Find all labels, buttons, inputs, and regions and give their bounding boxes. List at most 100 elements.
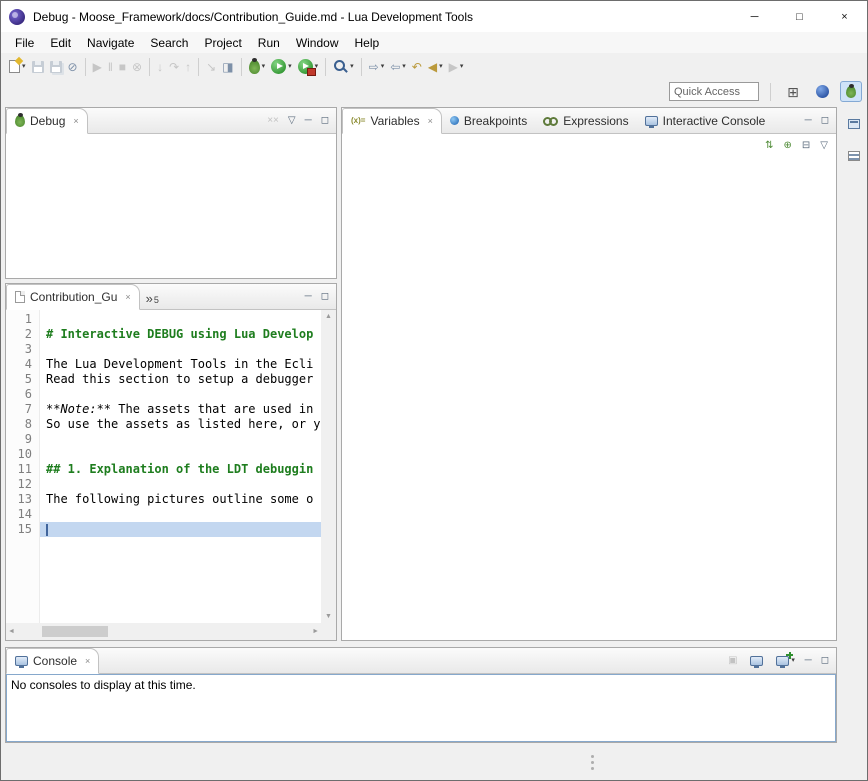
debug-perspective-button[interactable] bbox=[840, 81, 862, 102]
menu-project[interactable]: Project bbox=[196, 34, 249, 52]
maximize-view-icon[interactable]: ◻ bbox=[821, 656, 829, 666]
view-menu-icon[interactable]: ▽ bbox=[820, 141, 828, 151]
menu-search[interactable]: Search bbox=[142, 34, 196, 52]
search-button[interactable]: ▾ bbox=[330, 56, 357, 78]
console-content[interactable]: No consoles to display at this time. bbox=[6, 674, 836, 742]
editor-line current-line[interactable]: 15 bbox=[6, 522, 321, 537]
next-annotation-button[interactable]: ⇨ ▾ bbox=[366, 56, 388, 78]
close-icon[interactable]: × bbox=[428, 116, 433, 126]
horizontal-scrollbar[interactable]: ◄ ► bbox=[6, 623, 321, 640]
drop-to-frame-button[interactable]: ↘ bbox=[203, 56, 219, 78]
editor-line[interactable]: 8So use the assets as listed here, or y bbox=[6, 417, 321, 432]
menu-window[interactable]: Window bbox=[288, 34, 347, 52]
maximize-view-icon[interactable]: ◻ bbox=[321, 116, 329, 126]
show-type-names-icon[interactable]: ⇅ bbox=[765, 141, 773, 151]
step-return-button[interactable]: ↑ bbox=[182, 56, 194, 78]
editor-line[interactable]: 14 bbox=[6, 507, 321, 522]
tab-label: Interactive Console bbox=[663, 114, 766, 128]
tab-contribution-guide[interactable]: Contribution_Gu × bbox=[6, 284, 140, 310]
run-button[interactable]: ▾ bbox=[268, 56, 295, 78]
scrollbar-thumb[interactable] bbox=[42, 626, 108, 637]
editor-line[interactable]: 13The following pictures outline some o bbox=[6, 492, 321, 507]
open-console-button[interactable]: ▾ bbox=[776, 652, 796, 670]
previous-annotation-button[interactable]: ⇦ ▾ bbox=[387, 56, 409, 78]
pin-console-icon[interactable]: ▣ bbox=[728, 656, 737, 666]
close-icon[interactable]: × bbox=[125, 292, 130, 302]
forward-button[interactable]: ▶ ▾ bbox=[446, 56, 467, 78]
editor-line[interactable]: 7**Note:** The assets that are used in bbox=[6, 402, 321, 417]
open-perspective-button[interactable]: ⊞ bbox=[782, 81, 804, 102]
scroll-left-icon[interactable]: ◄ bbox=[8, 628, 15, 635]
minimized-views-bar bbox=[841, 107, 866, 641]
suspend-button[interactable]: ‖ bbox=[105, 56, 116, 78]
show-logical-structures-icon[interactable]: ⊕ bbox=[784, 141, 792, 151]
variables-tree[interactable] bbox=[342, 158, 836, 640]
minimize-view-icon[interactable]: ─ bbox=[305, 292, 312, 302]
close-icon[interactable]: × bbox=[73, 116, 78, 126]
code-area[interactable]: 1 2# Interactive DEBUG using Lua Develop… bbox=[6, 312, 321, 623]
use-step-filters-button[interactable]: ◨ bbox=[219, 56, 236, 78]
scroll-up-icon[interactable]: ▲ bbox=[325, 313, 332, 320]
save-all-button[interactable] bbox=[47, 56, 65, 78]
menu-run[interactable]: Run bbox=[250, 34, 288, 52]
maximize-view-icon[interactable]: ◻ bbox=[821, 116, 829, 126]
view-menu-icon[interactable]: ▽ bbox=[288, 116, 296, 126]
trim-drag-handle[interactable] bbox=[591, 755, 594, 770]
tab-expressions[interactable]: Expressions bbox=[535, 108, 636, 133]
editor-line[interactable]: 12 bbox=[6, 477, 321, 492]
debug-view: Debug × ×× ▽ ─ ◻ bbox=[5, 107, 337, 279]
terminate-button[interactable]: ■ bbox=[116, 56, 129, 78]
editor-line[interactable]: 5Read this section to setup a debugger bbox=[6, 372, 321, 387]
editor-line[interactable]: 9 bbox=[6, 432, 321, 447]
menu-navigate[interactable]: Navigate bbox=[79, 34, 142, 52]
last-edit-location-button[interactable]: ↶ bbox=[409, 56, 425, 78]
lua-perspective-button[interactable] bbox=[811, 81, 833, 102]
minimize-view-icon[interactable]: ─ bbox=[805, 656, 812, 666]
remove-terminated-icon[interactable]: ×× bbox=[267, 116, 279, 126]
outline-view-button[interactable] bbox=[844, 147, 864, 165]
window-close-button[interactable]: × bbox=[822, 1, 867, 32]
tab-console[interactable]: Console × bbox=[6, 648, 99, 674]
minimize-view-icon[interactable]: ─ bbox=[805, 116, 812, 126]
chevron-down-icon: ▾ bbox=[381, 63, 385, 70]
editor-line[interactable]: 10 bbox=[6, 447, 321, 462]
skip-breakpoints-button[interactable]: ⊘ bbox=[65, 56, 81, 78]
debug-button[interactable]: ▾ bbox=[246, 56, 269, 78]
menu-edit[interactable]: Edit bbox=[42, 34, 79, 52]
editor-line[interactable]: 6 bbox=[6, 387, 321, 402]
tab-debug[interactable]: Debug × bbox=[6, 108, 88, 134]
editor-line[interactable]: 1 bbox=[6, 312, 321, 327]
tab-variables[interactable]: (x)= Variables × bbox=[342, 108, 442, 134]
close-icon[interactable]: × bbox=[85, 656, 90, 666]
back-button[interactable]: ◀ ▾ bbox=[425, 56, 446, 78]
collapse-all-icon[interactable]: ⊟ bbox=[802, 141, 810, 151]
quick-access-input[interactable] bbox=[669, 82, 759, 101]
minimize-view-icon[interactable]: ─ bbox=[305, 116, 312, 126]
external-tools-button[interactable]: ▾ bbox=[295, 56, 322, 78]
editor-line[interactable]: 3 bbox=[6, 342, 321, 357]
tab-interactive-console[interactable]: Interactive Console bbox=[637, 108, 774, 133]
editor-overflow-button[interactable]: » 5 bbox=[140, 284, 165, 309]
editor-line[interactable]: 11## 1. Explanation of the LDT debuggin bbox=[6, 462, 321, 477]
window-minimize-button[interactable]: ─ bbox=[732, 1, 777, 32]
step-over-button[interactable]: ↷ bbox=[166, 56, 182, 78]
step-into-button[interactable]: ↓ bbox=[154, 56, 166, 78]
resume-button[interactable]: ▶ bbox=[90, 56, 105, 78]
scroll-down-icon[interactable]: ▼ bbox=[325, 613, 332, 620]
tab-breakpoints[interactable]: Breakpoints bbox=[442, 108, 535, 133]
display-console-button[interactable] bbox=[747, 652, 767, 670]
new-wizard-button[interactable]: ▾ bbox=[6, 56, 29, 78]
maximize-view-icon[interactable]: ◻ bbox=[321, 292, 329, 302]
disconnect-button[interactable]: ⊗ bbox=[129, 56, 145, 78]
menu-file[interactable]: File bbox=[7, 34, 42, 52]
editor-line[interactable]: 2# Interactive DEBUG using Lua Develop bbox=[6, 327, 321, 342]
window-maximize-button[interactable]: □ bbox=[777, 1, 822, 32]
menu-help[interactable]: Help bbox=[347, 34, 388, 52]
scroll-right-icon[interactable]: ► bbox=[312, 628, 319, 635]
restore-view-button[interactable] bbox=[844, 115, 864, 133]
debug-tree[interactable] bbox=[6, 134, 336, 278]
app-icon[interactable] bbox=[9, 9, 25, 25]
editor-line[interactable]: 4The Lua Development Tools in the Ecli bbox=[6, 357, 321, 372]
save-button[interactable] bbox=[29, 56, 47, 78]
vertical-scrollbar[interactable]: ▲ ▼ bbox=[321, 310, 336, 623]
